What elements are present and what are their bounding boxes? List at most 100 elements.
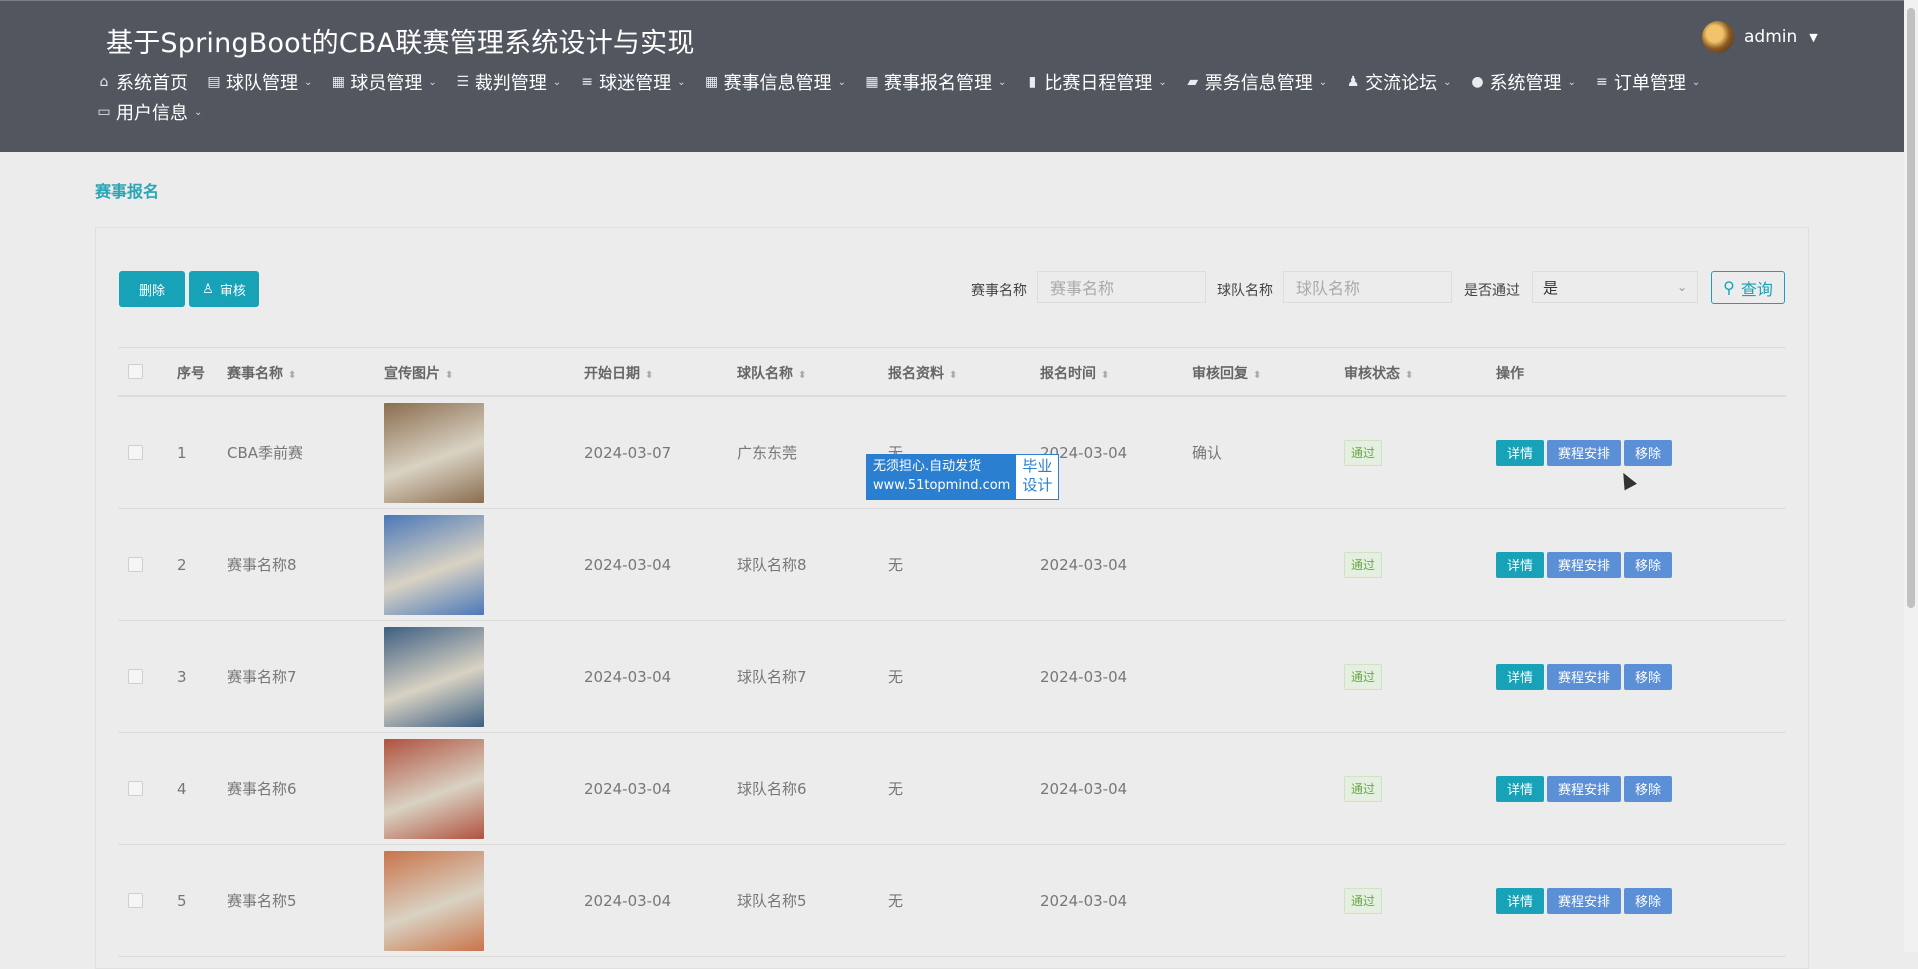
- remove-button[interactable]: 移除: [1624, 775, 1673, 802]
- nav-item-11[interactable]: ≡ 订单管理 ⌄: [1594, 71, 1700, 94]
- list-icon: ≡: [1596, 74, 1608, 90]
- row-checkbox[interactable]: [128, 893, 143, 908]
- audit-button-label: 审核: [219, 283, 246, 299]
- nav-item-0[interactable]: ⌂ 系统首页: [96, 71, 188, 94]
- poster-image[interactable]: [384, 514, 484, 615]
- scrollbar[interactable]: [1904, 0, 1918, 952]
- row-checkbox[interactable]: [128, 781, 143, 796]
- col-audit-status[interactable]: 审核状态 ⬍: [1344, 363, 1413, 383]
- poster-image[interactable]: [384, 626, 484, 727]
- detail-button[interactable]: 详情: [1496, 775, 1545, 802]
- col-event-name[interactable]: 赛事名称 ⬍: [227, 363, 296, 383]
- nav-item-label: 赛事报名管理: [883, 73, 992, 94]
- col-signup-time[interactable]: 报名时间 ⬍: [1040, 363, 1109, 383]
- nav-item-6[interactable]: ▦ 赛事报名管理 ⌄: [864, 71, 1007, 94]
- select-all-checkbox[interactable]: [128, 364, 143, 379]
- status-badge: 通过: [1344, 551, 1383, 578]
- schedule-button[interactable]: 赛程安排: [1547, 551, 1622, 578]
- chevron-down-icon: ⌄: [428, 76, 437, 88]
- audit-button[interactable]: ♙ 审核: [189, 271, 259, 307]
- cell-signup-time: 2024-03-04: [1040, 891, 1128, 910]
- nav-item-10[interactable]: ● 系统管理 ⌄: [1470, 71, 1576, 94]
- nav-item-label: 球队管理: [226, 73, 298, 94]
- cell-event-name: 赛事名称7: [227, 668, 297, 686]
- nav-item-12[interactable]: ▭ 用户信息 ⌄: [96, 101, 202, 124]
- event-name-filter-label: 赛事名称: [971, 283, 1027, 299]
- nav-item-4[interactable]: ≡ 球迷管理 ⌄: [579, 71, 685, 94]
- remove-button[interactable]: 移除: [1624, 551, 1673, 578]
- nav-item-8[interactable]: ▰ 票务信息管理 ⌄: [1185, 71, 1327, 94]
- cell-event-name: CBA季前赛: [227, 444, 304, 462]
- nav-item-7[interactable]: ▮ 比赛日程管理 ⌄: [1024, 71, 1166, 94]
- status-badge: 通过: [1344, 775, 1383, 802]
- sliders-icon: ☰: [456, 74, 470, 90]
- delete-button[interactable]: 删除: [119, 271, 185, 307]
- clipboard-icon: ▤: [207, 74, 221, 90]
- col-start-date[interactable]: 开始日期 ⬍: [584, 363, 653, 383]
- home-icon: ⌂: [99, 74, 109, 90]
- col-poster[interactable]: 宣传图片 ⬍: [384, 363, 453, 383]
- cell-signup-time: 2024-03-04: [1040, 779, 1128, 798]
- user-icon: ♟: [1346, 74, 1360, 90]
- table-row: 5 赛事名称5 2024-03-04 球队名称5 无 2024-03-04 通过 详情 赛程…: [118, 845, 1786, 957]
- remove-button[interactable]: 移除: [1624, 663, 1673, 690]
- cell-materials: 无: [888, 892, 904, 910]
- nav-item-label: 用户信息: [116, 103, 188, 124]
- chevron-down-icon: ⌄: [997, 76, 1007, 88]
- chevron-down-icon: ⌄: [552, 76, 562, 88]
- table-row: 2 赛事名称8 2024-03-04 球队名称8 无 2024-03-04 通过 详情 赛程…: [118, 509, 1786, 621]
- breadcrumb[interactable]: 赛事报名: [95, 178, 159, 202]
- nav-item-1[interactable]: ▤ 球队管理 ⌄: [206, 71, 313, 94]
- watermark-right1: 毕业: [1022, 457, 1053, 475]
- detail-button[interactable]: 详情: [1496, 551, 1545, 578]
- schedule-button[interactable]: 赛程安排: [1547, 663, 1622, 690]
- nav-item-9[interactable]: ♟ 交流论坛 ⌄: [1345, 71, 1452, 94]
- signup-table: 序号 赛事名称 ⬍ 宣传图片 ⬍ 开始日期 ⬍ 球队名称 ⬍ 报名资料 ⬍ 报名时间 ⬍ 审…: [118, 347, 1786, 957]
- passed-select[interactable]: 是 ⌄: [1532, 271, 1698, 303]
- schedule-button[interactable]: 赛程安排: [1547, 775, 1622, 802]
- scrollbar-thumb[interactable]: [1907, 8, 1915, 608]
- detail-button[interactable]: 详情: [1496, 439, 1545, 466]
- poster-image[interactable]: [384, 738, 484, 839]
- user-menu[interactable]: admin ▼: [1702, 21, 1818, 53]
- cell-start-date: 2024-03-04: [584, 667, 672, 686]
- sort-icon: ⬍: [1405, 370, 1414, 381]
- team-name-filter-label: 球队名称: [1217, 283, 1273, 299]
- detail-button[interactable]: 详情: [1496, 887, 1545, 914]
- nav-item-label: 系统管理: [1489, 73, 1562, 94]
- poster-image[interactable]: [384, 402, 484, 503]
- schedule-button[interactable]: 赛程安排: [1547, 887, 1622, 914]
- remove-button[interactable]: 移除: [1624, 887, 1673, 914]
- query-button[interactable]: ⚲ 查询: [1711, 271, 1785, 304]
- remove-button[interactable]: 移除: [1624, 439, 1673, 466]
- cell-event-name: 赛事名称5: [227, 892, 297, 910]
- cell-audit-reply: 确认: [1192, 444, 1223, 462]
- chevron-down-icon: ⌄: [1676, 280, 1687, 294]
- search-icon: ⚲: [1723, 278, 1735, 297]
- detail-button[interactable]: 详情: [1496, 663, 1545, 690]
- col-audit-reply[interactable]: 审核回复 ⬍: [1192, 363, 1261, 383]
- event-name-input[interactable]: 赛事名称: [1037, 271, 1206, 303]
- cell-team-name: 广东东莞: [737, 444, 798, 462]
- schedule-button[interactable]: 赛程安排: [1547, 439, 1622, 466]
- sort-icon: ⬍: [949, 370, 958, 381]
- cell-start-date: 2024-03-04: [584, 779, 672, 798]
- nav-item-2[interactable]: ▦ 球员管理 ⌄: [330, 71, 437, 94]
- cell-signup-time: 2024-03-04: [1040, 667, 1128, 686]
- nav-item-5[interactable]: ▦ 赛事信息管理 ⌄: [704, 71, 846, 94]
- table-row: 3 赛事名称7 2024-03-04 球队名称7 无 2024-03-04 通过 详情 赛程…: [118, 621, 1786, 733]
- col-materials[interactable]: 报名资料 ⬍: [888, 363, 957, 383]
- chevron-down-icon: ⌄: [304, 76, 313, 88]
- row-checkbox[interactable]: [128, 669, 143, 684]
- poster-image[interactable]: [384, 850, 484, 951]
- cell-signup-time: 2024-03-04: [1040, 555, 1128, 574]
- main-nav: ⌂ 系统首页 ▤ 球队管理 ⌄ ▦ 球员管理 ⌄ ☰ 裁判管理 ⌄ ≡ 球迷管理 ⌄ ▦ 赛事信息管理 ⌄ ▦ 赛事…: [96, 71, 1796, 124]
- col-team-name[interactable]: 球队名称 ⬍: [737, 363, 806, 383]
- cell-event-name: 赛事名称6: [227, 780, 297, 798]
- top-header: 基于SpringBoot的CBA联赛管理系统设计与实现 admin ▼ ⌂ 系统首…: [0, 0, 1904, 152]
- team-name-input[interactable]: 球队名称: [1283, 271, 1452, 303]
- row-checkbox[interactable]: [128, 445, 143, 460]
- nav-item-3[interactable]: ☰ 裁判管理 ⌄: [455, 71, 562, 94]
- sort-icon: ⬍: [1101, 370, 1110, 381]
- row-checkbox[interactable]: [128, 557, 143, 572]
